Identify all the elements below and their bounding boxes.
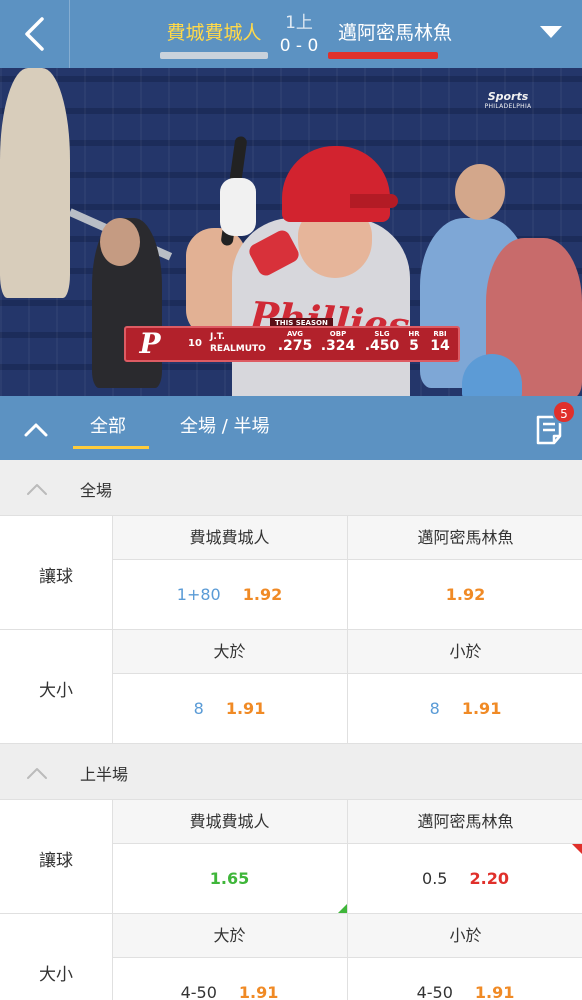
caret-down-icon[interactable] — [540, 26, 562, 38]
divider — [112, 516, 113, 744]
odds-button-under-1h[interactable]: 4-50 1.91 — [348, 958, 582, 1000]
outcome-header-over: 大於 — [112, 914, 347, 958]
player-first-name: J.T. — [210, 332, 225, 342]
total-line: 4-50 — [416, 983, 453, 1000]
spectator — [100, 218, 140, 266]
odds-value: 1.92 — [445, 585, 486, 604]
odds-button-home-handicap-1h[interactable]: 1.65 — [112, 844, 347, 914]
score: 0 - 0 — [279, 36, 319, 56]
section-first-half[interactable]: 上半場 — [0, 744, 582, 800]
outcome-header-home: 費城費城人 — [112, 800, 347, 844]
market-label-total: 大小 — [39, 681, 73, 701]
handicap-line: 1+80 — [176, 585, 221, 604]
odds-value: 1.65 — [209, 869, 250, 888]
home-team-color-bar — [160, 52, 268, 59]
divider — [0, 913, 582, 914]
tab-full-half[interactable]: 全場 / 半場 — [180, 412, 270, 438]
odds-value: 1.91 — [225, 699, 266, 718]
stat-hr: HR 5 — [408, 330, 420, 354]
stat-slg: SLG .450 — [364, 330, 400, 354]
match-header: 費城費城人 1上 0 - 0 邁阿密馬林魚 — [0, 0, 582, 68]
section-full-game[interactable]: 全場 — [0, 460, 582, 516]
stat-rbi: RBI 14 — [430, 330, 450, 354]
broadcaster-region: PHILADELPHIA — [484, 103, 532, 110]
home-team-name[interactable]: 費城費城人 — [150, 18, 278, 45]
total-line: 8 — [429, 699, 440, 718]
section-title: 上半場 — [80, 765, 129, 784]
odds-button-under[interactable]: 8 1.91 — [348, 674, 582, 744]
away-team-name[interactable]: 邁阿密馬林魚 — [322, 18, 468, 45]
section-title: 全場 — [80, 481, 113, 500]
helmet-brim — [350, 194, 398, 208]
market-label-total: 大小 — [39, 965, 73, 985]
chevron-up-icon — [24, 423, 48, 437]
outcome-header-over: 大於 — [112, 630, 347, 674]
spectator — [0, 68, 70, 298]
broadcaster-logo: Sports PHILADELPHIA — [478, 90, 538, 110]
spectator — [455, 164, 505, 220]
divider — [0, 515, 582, 516]
total-line: 4-50 — [180, 983, 217, 1000]
live-video[interactable]: Phillies Sports PHILADELPHIA THIS SEASON… — [0, 68, 582, 396]
player-name: J.T. REALMUTO — [210, 331, 266, 355]
collapse-video-button[interactable] — [22, 416, 50, 444]
active-tab-indicator — [73, 446, 149, 449]
outcome-header-under: 小於 — [348, 630, 582, 674]
player-last-name: REALMUTO — [210, 344, 266, 354]
divider — [347, 800, 348, 1000]
odds-button-over-1h[interactable]: 4-50 1.91 — [112, 958, 347, 1000]
chevron-up-icon — [27, 768, 47, 779]
chevron-up-icon — [27, 484, 47, 495]
handicap-line: 0.5 — [422, 869, 448, 888]
odds-button-away-handicap[interactable]: 1.92 — [348, 560, 582, 630]
odds-down-indicator-icon — [572, 844, 582, 854]
tab-all[interactable]: 全部 — [90, 412, 126, 438]
market-label-handicap: 讓球 — [39, 567, 73, 587]
outcome-header-under: 小於 — [348, 914, 582, 958]
stat-obp: OBP .324 — [320, 330, 356, 354]
market-label-handicap: 讓球 — [39, 851, 73, 871]
divider — [0, 629, 582, 630]
stat-avg: AVG .275 — [277, 330, 313, 354]
team-logo-icon: P — [139, 327, 161, 360]
outcome-header-away: 邁阿密馬林魚 — [348, 516, 582, 560]
divider — [0, 799, 582, 800]
broadcaster-name: Sports — [487, 90, 529, 103]
market-tabs: 全部 全場 / 半場 — [0, 396, 582, 460]
betslip-count-badge: 5 — [552, 400, 576, 424]
odds-button-away-handicap-1h[interactable]: 0.5 2.20 — [348, 844, 582, 914]
odds-value: 1.91 — [461, 699, 502, 718]
odds-value: 1.91 — [474, 983, 515, 1000]
outcome-header-home: 費城費城人 — [112, 516, 347, 560]
odds-value: 1.91 — [238, 983, 279, 1000]
outcome-header-away: 邁阿密馬林魚 — [348, 800, 582, 844]
odds-value: 2.20 — [469, 869, 509, 888]
chevron-left-icon — [25, 17, 44, 51]
divider — [112, 800, 113, 1000]
odds-button-home-handicap[interactable]: 1+80 1.92 — [112, 560, 347, 630]
player-number: 10 — [188, 338, 202, 349]
back-button[interactable] — [0, 0, 70, 68]
divider — [347, 516, 348, 744]
player-stat-banner: P 10 J.T. REALMUTO AVG .275 OBP .324 SLG… — [124, 326, 460, 362]
odds-value: 1.92 — [242, 585, 283, 604]
batting-glove — [220, 178, 256, 236]
total-line: 8 — [193, 699, 204, 718]
inning-indicator: 1上 — [285, 13, 313, 33]
odds-button-over[interactable]: 8 1.91 — [112, 674, 347, 744]
away-team-color-bar — [328, 52, 438, 59]
